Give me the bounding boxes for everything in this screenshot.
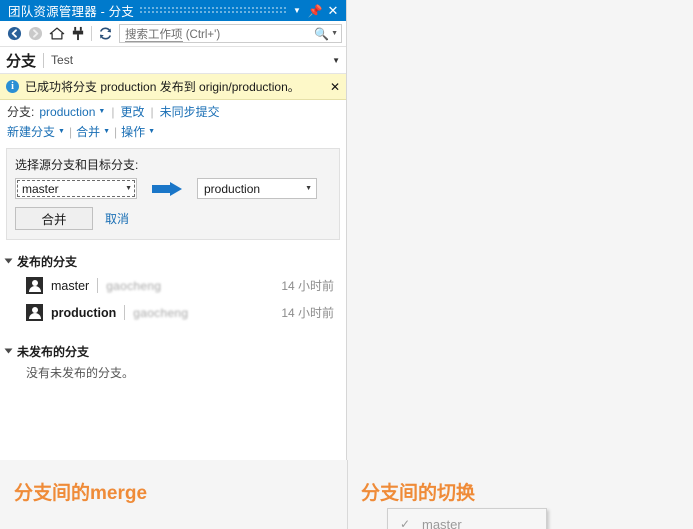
branch-name: master — [51, 278, 90, 293]
search-input[interactable]: 搜索工作项 (Ctrl+') 🔍 ▼ — [119, 24, 342, 43]
merge-branch-selectors: master ▼ production ▼ — [15, 178, 331, 199]
branch-switch-dropdown-menu[interactable]: ✓ master online production — [387, 508, 547, 529]
branch-chevron-down-icon[interactable]: ▼ — [98, 108, 105, 115]
pin-icon[interactable]: 📌 — [306, 1, 324, 20]
current-branch-dropdown[interactable]: production — [39, 105, 95, 119]
unpublished-empty-text: 没有未发布的分支。 — [26, 366, 135, 380]
menu-item-label: master — [422, 516, 462, 529]
chevron-down-icon[interactable]: ▼ — [288, 1, 306, 20]
left-titlebar: 团队资源管理器 - 分支 ▼ 📌 ✕ — [0, 0, 346, 21]
merge-confirm-button[interactable]: 合并 — [15, 207, 93, 230]
success-banner: i 已成功将分支 production 发布到 origin/productio… — [0, 74, 346, 100]
branch-author: gaocheng — [133, 305, 189, 320]
left-published-section: 发布的分支 master gaocheng 14 小时前 production … — [0, 250, 346, 326]
actions-chevron-down-icon[interactable]: ▼ — [148, 128, 155, 135]
merge-link[interactable]: 合并 — [76, 123, 100, 140]
separator: | — [114, 124, 118, 139]
user-avatar-icon — [26, 277, 43, 294]
plug-connect-icon[interactable] — [67, 23, 88, 45]
triangle-expanded-icon[interactable] — [4, 258, 13, 264]
caption-right: 分支间的切换 — [361, 483, 476, 504]
left-unpublished-section: 未发布的分支 没有未发布的分支。 — [0, 340, 346, 381]
new-branch-chevron-down-icon[interactable]: ▼ — [58, 128, 65, 135]
left-titlebar-title: 团队资源管理器 - 分支 — [8, 5, 135, 19]
chevron-down-icon[interactable]: ▼ — [125, 185, 132, 192]
merge-chevron-down-icon[interactable]: ▼ — [103, 128, 110, 135]
caption-strip: 分支间的merge 分支间的切换 — [0, 460, 693, 529]
left-actions-command-row: 新建分支 ▼ | 合并 ▼ | 操作 ▼ — [0, 120, 346, 140]
branch-row[interactable]: production gaocheng 14 小时前 — [6, 299, 340, 326]
branch-author: gaocheng — [106, 278, 162, 293]
separator: | — [68, 124, 73, 139]
right-arrow-icon — [152, 181, 182, 196]
branch-timestamp: 14 小时前 — [281, 279, 334, 293]
info-circle-icon: i — [6, 80, 19, 93]
actions-link[interactable]: 操作 — [121, 123, 145, 140]
branch-label: 分支: — [7, 105, 35, 119]
user-avatar-icon — [26, 304, 43, 321]
merge-target-value: production — [204, 181, 261, 196]
unpublished-branches-label: 未发布的分支 — [17, 344, 90, 359]
merge-cancel-link[interactable]: 取消 — [105, 210, 129, 227]
search-chevron-down-icon[interactable]: ▼ — [331, 30, 338, 37]
merge-source-value: master — [22, 181, 59, 196]
menu-item-master[interactable]: ✓ master — [388, 511, 546, 529]
search-placeholder: 搜索工作项 (Ctrl+') — [125, 28, 221, 42]
merge-target-select[interactable]: production ▼ — [197, 178, 317, 199]
new-branch-link[interactable]: 新建分支 — [7, 123, 55, 140]
left-navbar: 搜索工作项 (Ctrl+') 🔍 ▼ — [0, 21, 346, 47]
team-explorer-panel-left: 团队资源管理器 - 分支 ▼ 📌 ✕ 搜索工作项 (Ctrl+') 🔍 ▼ 分支… — [0, 0, 347, 460]
search-magnifier-icon[interactable]: 🔍 — [314, 27, 329, 41]
checkmark-icon: ✓ — [399, 517, 411, 529]
separator: | — [150, 104, 154, 119]
merge-direction-arrow — [137, 181, 197, 196]
published-branches-label: 发布的分支 — [17, 254, 78, 269]
row-divider — [97, 278, 99, 293]
repository-name: Test — [51, 53, 74, 67]
back-arrow-icon[interactable] — [4, 23, 25, 45]
published-branches-header[interactable]: 发布的分支 — [4, 250, 340, 272]
branch-name: production — [51, 305, 117, 320]
row-divider — [124, 305, 126, 320]
left-branch-command-row: 分支: production ▼ | 更改 | 未同步提交 — [0, 100, 346, 120]
merge-source-select[interactable]: master ▼ — [15, 178, 137, 199]
title-divider — [43, 52, 45, 68]
forward-arrow-icon — [25, 23, 46, 45]
separator: | — [111, 104, 115, 119]
merge-dialog-actions: 合并 取消 — [15, 207, 331, 230]
screenshot-root: 团队资源管理器 - 分支 ▼ 📌 ✕ 搜索工作项 (Ctrl+') 🔍 ▼ 分支… — [0, 0, 693, 529]
refresh-icon[interactable] — [95, 23, 116, 45]
caption-left: 分支间的merge — [14, 483, 148, 504]
changes-link[interactable]: 更改 — [120, 103, 144, 120]
section-chevron-down-icon[interactable]: ▼ — [332, 56, 340, 65]
merge-dialog-title: 选择源分支和目标分支: — [15, 158, 139, 172]
branch-row[interactable]: master gaocheng 14 小时前 — [6, 272, 340, 299]
home-icon[interactable] — [46, 23, 67, 45]
triangle-expanded-icon[interactable] — [4, 348, 13, 354]
banner-message: 已成功将分支 production 发布到 origin/production。 — [25, 80, 300, 94]
unpublished-branches-header[interactable]: 未发布的分支 — [4, 340, 340, 362]
banner-close-icon[interactable]: ✕ — [330, 80, 340, 94]
left-titlebar-drag-area — [134, 0, 288, 21]
page-title: 分支 — [6, 52, 37, 70]
branch-timestamp: 14 小时前 — [281, 306, 334, 320]
chevron-down-icon[interactable]: ▼ — [305, 185, 312, 192]
toolbar-separator — [91, 26, 92, 41]
merge-dialog: 选择源分支和目标分支: master ▼ production ▼ 合并 取消 — [6, 148, 340, 240]
left-section-header: 分支 Test ▼ — [0, 47, 346, 74]
close-icon[interactable]: ✕ — [324, 1, 342, 20]
caption-divider — [347, 460, 348, 529]
unsynced-commits-link[interactable]: 未同步提交 — [160, 103, 220, 120]
